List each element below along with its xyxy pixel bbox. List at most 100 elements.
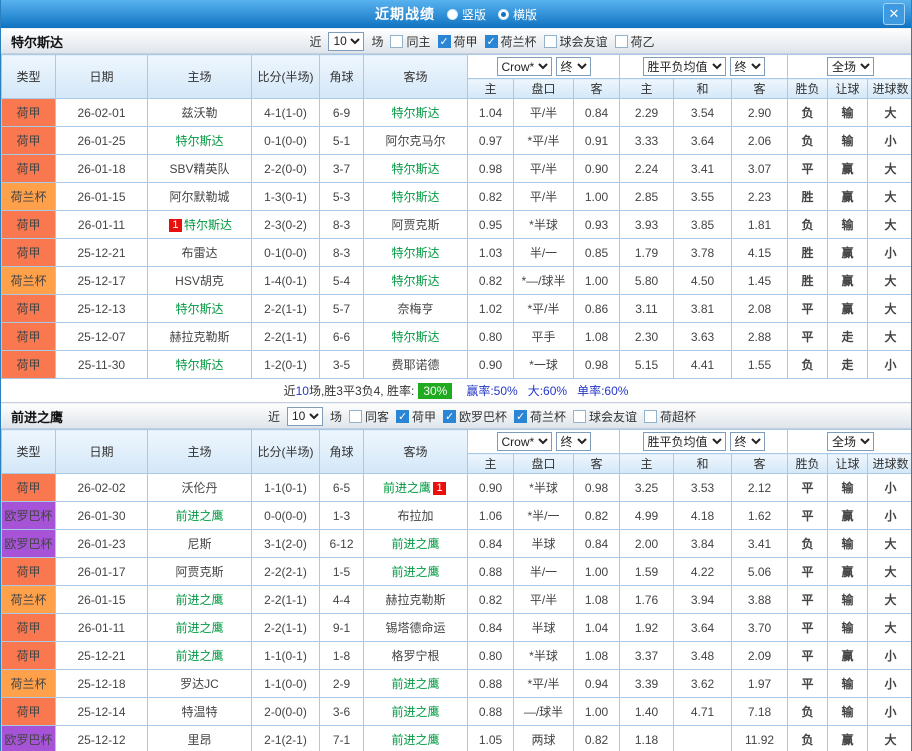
match-date: 26-01-15 xyxy=(56,586,148,614)
asian-away-odds: 1.04 xyxy=(574,614,620,642)
filter-checkbox[interactable]: 同客 xyxy=(349,408,389,425)
away-team: 特尔斯达 xyxy=(364,99,468,127)
col-header-handicap-result: 让球 xyxy=(828,79,868,99)
summary-stat: 大:60% xyxy=(528,382,567,399)
away-team: 阿贾克斯 xyxy=(364,211,468,239)
match-score: 2-2(1-1) xyxy=(252,295,320,323)
final-avg-select[interactable]: 终 xyxy=(730,432,765,451)
filter-bar: 近10场同主荷甲荷兰杯球会友谊荷乙 xyxy=(63,32,901,51)
titlebar-center: 近期战绩 竖版 横版 xyxy=(375,4,537,24)
match-date: 26-01-11 xyxy=(56,614,148,642)
recent-count-select[interactable]: 10 xyxy=(328,32,364,51)
bookmaker-select[interactable]: Crow* xyxy=(497,57,552,76)
away-team-name: 格罗宁根 xyxy=(391,649,439,663)
goals-outcome: 大 xyxy=(868,530,912,558)
euro-draw-odds: 4.50 xyxy=(674,267,732,295)
match-row: 荷兰杯25-12-18罗达JC1-1(0-0)2-9前进之鹰0.88*平/半0.… xyxy=(2,670,912,698)
recent-results-window: 近期战绩 竖版 横版 ✕ 特尔斯达 近10场同主荷甲荷兰杯球会友谊荷乙 xyxy=(0,0,912,751)
match-date: 26-01-11 xyxy=(56,211,148,239)
league-badge: 荷兰杯 xyxy=(2,183,56,211)
corners: 6-9 xyxy=(320,99,364,127)
euro-away-odds: 3.70 xyxy=(732,614,788,642)
europe-odds-controls: 胜平负均值终 xyxy=(620,430,788,454)
match-row: 荷兰杯25-12-17HSV胡克1-4(0-1)5-4特尔斯达0.82*—/球半… xyxy=(2,267,912,295)
result-outcome: 平 xyxy=(788,642,828,670)
avg-odds-select[interactable]: 胜平负均值 xyxy=(643,57,726,76)
goals-outcome: 小 xyxy=(868,239,912,267)
filter-checkbox[interactable]: 荷兰杯 xyxy=(485,33,537,50)
goals-outcome: 大 xyxy=(868,614,912,642)
euro-draw-odds: 4.41 xyxy=(674,351,732,379)
avg-odds-select[interactable]: 胜平负均值 xyxy=(643,432,726,451)
handicap-outcome: 输 xyxy=(828,614,868,642)
handicap-line: *半球 xyxy=(514,642,574,670)
euro-away-odds: 2.12 xyxy=(732,474,788,502)
filter-checkbox[interactable]: 同主 xyxy=(390,33,430,50)
euro-draw-odds xyxy=(674,726,732,751)
match-date: 26-01-17 xyxy=(56,558,148,586)
filter-checkbox[interactable]: 荷兰杯 xyxy=(514,408,566,425)
filter-checkbox[interactable]: 荷超杯 xyxy=(644,408,696,425)
layout-radio-horizontal[interactable]: 横版 xyxy=(498,6,537,23)
asian-away-odds: 0.82 xyxy=(574,726,620,751)
goals-outcome: 大 xyxy=(868,267,912,295)
final-avg-select[interactable]: 终 xyxy=(730,57,765,76)
asian-home-odds: 0.98 xyxy=(468,155,514,183)
match-row: 荷甲26-01-18SBV精英队2-2(0-0)3-7特尔斯达0.98平/半0.… xyxy=(2,155,912,183)
checkbox-label: 荷甲 xyxy=(454,33,478,50)
filter-checkbox[interactable]: 荷甲 xyxy=(438,33,478,50)
filter-checkbox[interactable]: 荷甲 xyxy=(396,408,436,425)
col-header-goals: 进球数 xyxy=(868,454,912,474)
result-outcome: 平 xyxy=(788,155,828,183)
match-date: 25-12-21 xyxy=(56,239,148,267)
scope-select[interactable]: 全场 xyxy=(827,432,874,451)
final-odds-select[interactable]: 终 xyxy=(556,432,591,451)
filter-checkbox[interactable]: 欧罗巴杯 xyxy=(443,408,507,425)
handicap-outcome: 输 xyxy=(828,670,868,698)
recent-count-select[interactable]: 10 xyxy=(287,407,323,426)
checkbox-label: 球会友谊 xyxy=(589,408,637,425)
layout-radio-vertical[interactable]: 竖版 xyxy=(447,6,486,23)
euro-away-odds: 5.06 xyxy=(732,558,788,586)
league-badge: 荷甲 xyxy=(2,127,56,155)
result-outcome: 胜 xyxy=(788,267,828,295)
filter-bar: 近10场同客荷甲欧罗巴杯荷兰杯球会友谊荷超杯 xyxy=(63,407,901,426)
away-team-name: 前进之鹰 xyxy=(391,705,439,719)
asian-away-odds: 0.94 xyxy=(574,670,620,698)
asian-home-odds: 1.06 xyxy=(468,502,514,530)
filter-checkbox[interactable]: 球会友谊 xyxy=(573,408,637,425)
asian-away-odds: 0.85 xyxy=(574,239,620,267)
euro-home-odds: 2.29 xyxy=(620,99,674,127)
handicap-outcome: 输 xyxy=(828,99,868,127)
handicap-line: *半/一 xyxy=(514,502,574,530)
col-header-away: 客场 xyxy=(364,55,468,99)
euro-home-odds: 3.93 xyxy=(620,211,674,239)
home-team: 特尔斯达 xyxy=(148,127,252,155)
bookmaker-select[interactable]: Crow* xyxy=(497,432,552,451)
handicap-line: 平/半 xyxy=(514,99,574,127)
match-score: 0-1(0-0) xyxy=(252,127,320,155)
final-odds-select[interactable]: 终 xyxy=(556,57,591,76)
close-button[interactable]: ✕ xyxy=(883,3,905,25)
filter-checkbox[interactable]: 荷乙 xyxy=(615,33,655,50)
league-badge: 荷甲 xyxy=(2,295,56,323)
euro-home-odds: 3.25 xyxy=(620,474,674,502)
match-row: 荷兰杯26-01-15阿尔默勒城1-3(0-1)5-3特尔斯达0.82平/半1.… xyxy=(2,183,912,211)
home-team-name: 特尔斯达 xyxy=(175,134,223,148)
match-score: 2-2(2-1) xyxy=(252,558,320,586)
asian-home-odds: 1.02 xyxy=(468,295,514,323)
radio-selected-icon xyxy=(498,9,509,20)
match-date: 25-12-12 xyxy=(56,726,148,751)
col-header-goals: 进球数 xyxy=(868,79,912,99)
asian-home-odds: 0.84 xyxy=(468,614,514,642)
scope-select[interactable]: 全场 xyxy=(827,57,874,76)
league-badge: 荷甲 xyxy=(2,474,56,502)
away-team-name: 阿贾克斯 xyxy=(391,218,439,232)
match-score: 2-0(0-0) xyxy=(252,698,320,726)
match-date: 25-12-13 xyxy=(56,295,148,323)
away-team-name: 特尔斯达 xyxy=(391,106,439,120)
filter-checkbox[interactable]: 球会友谊 xyxy=(544,33,608,50)
handicap-outcome: 输 xyxy=(828,474,868,502)
col-header-score: 比分(半场) xyxy=(252,430,320,474)
away-team-name: 赫拉克勒斯 xyxy=(385,593,445,607)
